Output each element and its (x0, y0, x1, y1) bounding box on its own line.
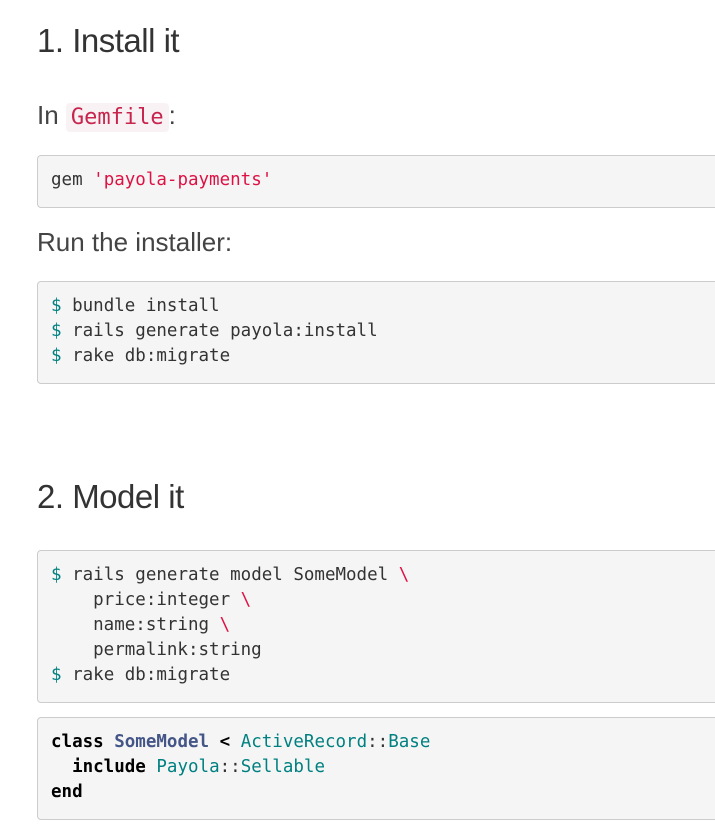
ruby-class-code-block: class SomeModel < ActiveRecord::Base inc… (37, 717, 715, 820)
gemfile-inline-code: Gemfile (65, 103, 169, 132)
shell-prompt: $ (51, 296, 62, 316)
inherit-operator: < (219, 732, 231, 752)
include-class: Sellable (240, 757, 325, 777)
keyword-end: end (51, 782, 83, 802)
scope-separator: :: (367, 732, 389, 752)
code-line: include Payola::Sellable (51, 755, 715, 780)
gemfile-suffix: : (168, 100, 176, 130)
shell-prompt: $ (51, 346, 62, 366)
section-heading-model: 2. Model it (37, 478, 184, 515)
shell-command: rails generate model SomeModel (61, 565, 399, 585)
gemfile-paragraph: In Gemfile: (37, 100, 176, 132)
code-line: $ bundle install (51, 294, 715, 319)
shell-command: rake db:migrate (61, 346, 231, 366)
shell-prompt: $ (51, 665, 62, 685)
generate-model-code-block: $ rails generate model SomeModel \ price… (37, 550, 715, 703)
line-continuation: \ (240, 590, 252, 610)
gemfile-code-block: gem 'payola-payments' (37, 155, 715, 208)
code-line: end (51, 780, 715, 805)
code-line: $ rake db:migrate (51, 663, 715, 688)
shell-command: bundle install (61, 296, 220, 316)
keyword-include: include (72, 757, 146, 777)
shell-prompt: $ (51, 321, 62, 341)
code-line: gem 'payola-payments' (51, 168, 715, 193)
shell-command: price:integer (51, 590, 241, 610)
section-heading-install: 1. Install it (37, 22, 180, 59)
line-continuation: \ (219, 615, 231, 635)
code-line: $ rake db:migrate (51, 344, 715, 369)
keyword-class: class (51, 732, 104, 752)
installer-paragraph: Run the installer: (37, 227, 233, 257)
parent-class: Base (388, 732, 431, 752)
code-line: price:integer \ (51, 588, 715, 613)
gemfile-prefix: In (37, 100, 66, 130)
installer-code-block: $ bundle install $ rails generate payola:… (37, 281, 715, 384)
include-module: Payola (156, 757, 220, 777)
shell-command: rails generate payola:install (61, 321, 378, 341)
class-name: SomeModel (114, 732, 210, 752)
shell-command: permalink:string (51, 640, 262, 660)
parent-module: ActiveRecord (240, 732, 368, 752)
shell-command: rake db:migrate (61, 665, 231, 685)
scope-separator: :: (219, 757, 241, 777)
shell-command: name:string (51, 615, 220, 635)
code-line: permalink:string (51, 638, 715, 663)
line-continuation: \ (398, 565, 410, 585)
code-line: class SomeModel < ActiveRecord::Base (51, 730, 715, 755)
shell-prompt: $ (51, 565, 62, 585)
code-line: $ rails generate model SomeModel \ (51, 563, 715, 588)
gem-name-string: 'payola-payments' (93, 170, 273, 190)
code-line: $ rails generate payola:install (51, 319, 715, 344)
code-line: name:string \ (51, 613, 715, 638)
gem-keyword: gem (51, 170, 94, 190)
